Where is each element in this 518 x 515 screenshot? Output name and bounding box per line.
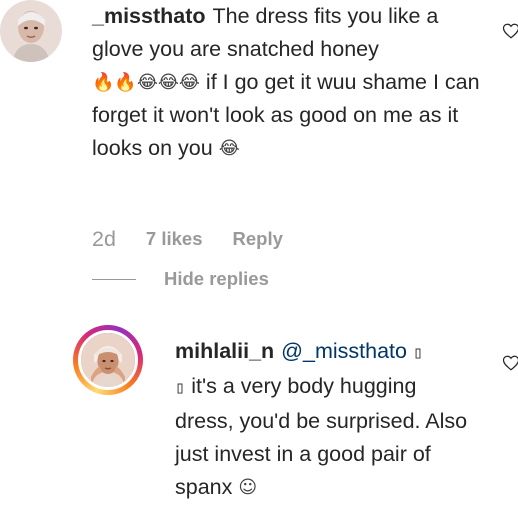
comment-username[interactable]: _missthato (92, 4, 206, 28)
comment-timestamp[interactable]: 2d (92, 227, 116, 252)
replies-divider (92, 278, 136, 280)
reply-button[interactable]: Reply (233, 228, 283, 250)
missing-glyph: ▯ (412, 343, 424, 363)
fire-emoji: 🔥🔥 (92, 72, 137, 93)
missing-glyph: ▯ (175, 378, 186, 398)
laughing-emoji: 😂😂😂 (136, 72, 200, 93)
reply-text: mihlalii_n @_missthato ▯ ▯ it's a very bod… (175, 335, 475, 504)
heart-outline-icon[interactable] (502, 354, 518, 372)
reply-avatar[interactable] (78, 330, 138, 390)
comment-meta: 2d 7 likes Reply (92, 222, 283, 256)
commenter-avatar[interactable] (0, 0, 62, 62)
avatar-photo (0, 0, 62, 62)
comment-text: _missthato The dress fits you like a glov… (92, 0, 482, 165)
heart-outline-icon[interactable] (502, 22, 518, 40)
reply-body: it's a very body hugging dress, you'd be… (175, 374, 468, 499)
smile-emoji: ☺ (238, 477, 258, 498)
reply-username[interactable]: mihlalii_n (175, 339, 274, 363)
laughing-emoji-end: 😂 (218, 138, 240, 159)
mention-link[interactable]: @_missthato (281, 339, 407, 363)
avatar-photo (81, 333, 135, 387)
hide-replies-label: Hide replies (164, 268, 269, 289)
hide-replies-button[interactable]: Hide replies (92, 264, 269, 294)
likes-count-button[interactable]: 7 likes (146, 228, 203, 250)
